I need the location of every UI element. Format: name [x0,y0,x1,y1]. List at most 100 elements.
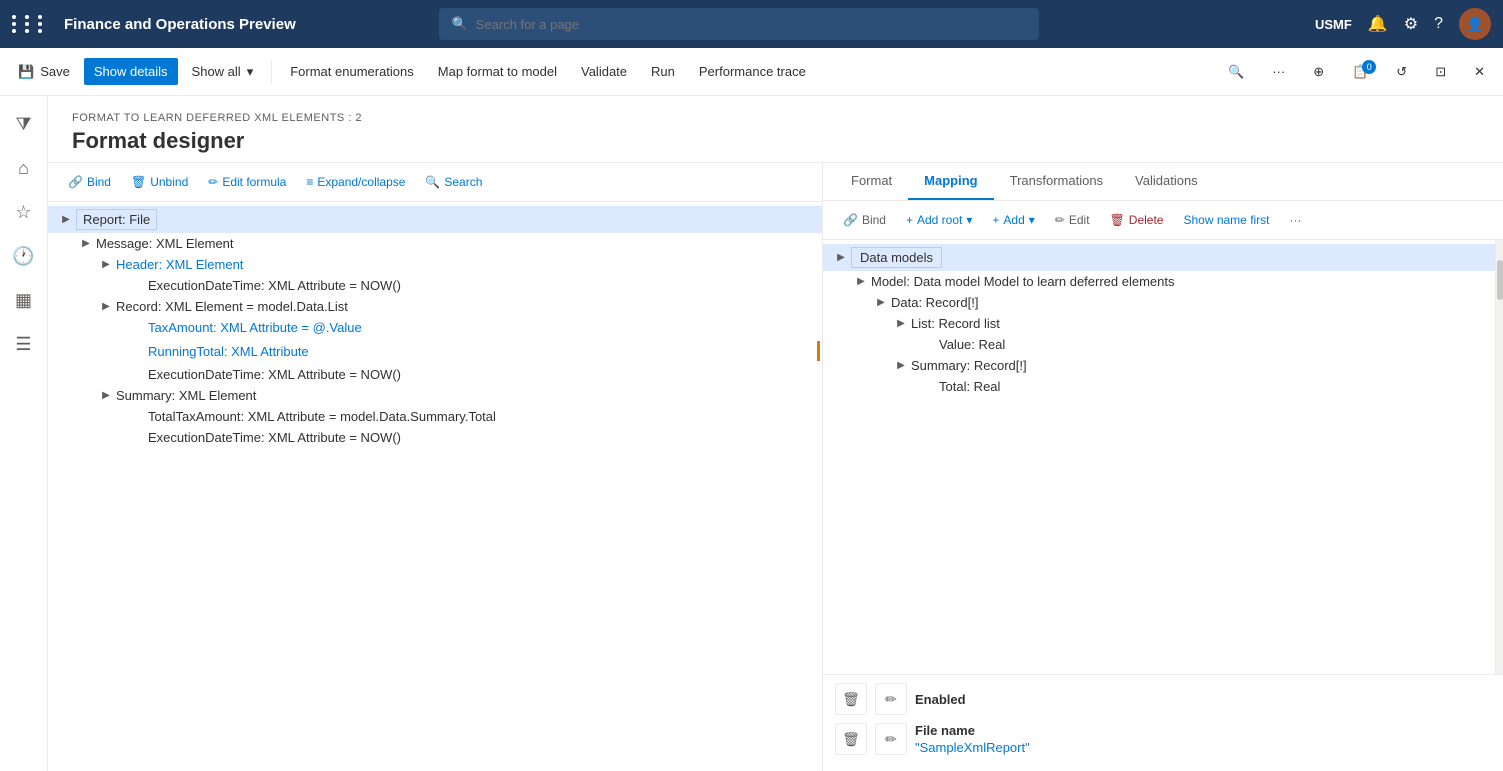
map-item-data[interactable]: ▶ Data: Record[!] [823,292,1495,313]
search-format-button[interactable]: 🔍 Search [417,171,490,193]
save-button[interactable]: 💾 Save [8,58,80,86]
bottom-row-filename: 🗑 ✏ File name "SampleXmlReport" [835,723,1491,755]
format-enumerations-button[interactable]: Format enumerations [280,58,424,85]
map-label: Total: Real [939,379,1000,394]
tree-item-header[interactable]: ▶ Header: XML Element [48,254,822,275]
sidebar-recent-icon[interactable]: 🕐 [4,236,44,276]
performance-trace-button[interactable]: Performance trace [689,58,816,85]
add-button[interactable]: + Add ▾ [984,209,1042,231]
mapping-bind-button[interactable]: 🔗 Bind [835,209,894,231]
edit-enabled-button[interactable]: ✏ [875,683,907,715]
chevron-down-icon: ▾ [1029,213,1035,227]
delete-enabled-button[interactable]: 🗑 [835,683,867,715]
sidebar-filter-icon[interactable]: ⧩ [4,104,44,144]
sidebar-home-icon[interactable]: ⌂ [4,148,44,188]
open-new-button[interactable]: ⊡ [1425,58,1456,86]
badge: 0 [1362,60,1376,74]
tree-item-report-file[interactable]: ▶ Report: File [48,206,822,233]
format-panel: 🔗 Bind 🗑 Unbind ✏ Edit formula ≡ Expand/… [48,163,823,771]
delete-filename-button[interactable]: 🗑 [835,723,867,755]
map-label: Value: Real [939,337,1005,352]
tab-validations[interactable]: Validations [1119,163,1214,200]
tree-label: RunningTotal: XML Attribute [148,344,309,359]
tree-item-message[interactable]: ▶ Message: XML Element [48,233,822,254]
breadcrumb: FORMAT TO LEARN DEFERRED XML ELEMENTS : … [72,112,1479,124]
toggle-icon: ▶ [96,301,116,312]
mapping-toolbar: 🔗 Bind + Add root ▾ + Add ▾ ✏ [823,201,1503,240]
tree-label: ExecutionDateTime: XML Attribute = NOW() [148,367,401,382]
global-search[interactable]: 🔍 [439,8,1039,40]
show-details-button[interactable]: Show details [84,58,178,85]
tab-mapping[interactable]: Mapping [908,163,993,200]
tree-item-record[interactable]: ▶ Record: XML Element = model.Data.List [48,296,822,317]
plus-icon: + [906,213,913,227]
app-grid-icon[interactable] [12,15,48,33]
enabled-label: Enabled [915,692,966,707]
tab-format[interactable]: Format [835,163,908,200]
tree-item-exec-dt-header[interactable]: ExecutionDateTime: XML Attribute = NOW() [48,275,822,296]
map-label: Data: Record[!] [891,295,978,310]
page-title: Format designer [72,128,1479,154]
sidebar-favorites-icon[interactable]: ☆ [4,192,44,232]
show-name-first-button[interactable]: Show name first [1175,209,1277,231]
sidebar-workspaces-icon[interactable]: ▦ [4,280,44,320]
mapping-content: ▶ Data models ▶ Model: Data model Model … [823,240,1503,674]
search-input[interactable] [476,17,1028,32]
tree-label: Report: File [76,209,157,230]
edit-mapping-button[interactable]: ✏ Edit [1047,209,1098,231]
settings-icon[interactable]: ⚙ [1404,14,1418,34]
map-item-total[interactable]: Total: Real [823,376,1495,397]
save-icon: 💾 [18,64,34,80]
map-item-summary[interactable]: ▶ Summary: Record[!] [823,355,1495,376]
run-button[interactable]: Run [641,58,685,85]
tree-label: Header: XML Element [116,257,243,272]
more-mapping-button[interactable]: ··· [1282,209,1310,231]
orange-bar [817,341,820,361]
user-label: USMF [1315,17,1352,32]
map-label: Data models [851,247,942,268]
mapping-scrollbar[interactable] [1495,240,1503,674]
view-button[interactable]: 📋 0 [1342,58,1378,86]
tree-label: Summary: XML Element [116,388,256,403]
bind-button[interactable]: 🔗 Bind [60,171,119,193]
avatar[interactable]: 👤 [1459,8,1491,40]
edit-formula-button[interactable]: ✏ Edit formula [200,171,294,193]
expand-collapse-button[interactable]: ≡ Expand/collapse [298,171,413,193]
delete-mapping-button[interactable]: 🗑 Delete [1102,209,1172,231]
refresh-button[interactable]: ↺ [1386,58,1417,86]
sidebar-modules-icon[interactable]: ☰ [4,324,44,364]
add-root-button[interactable]: + Add root ▾ [898,209,980,231]
tab-transformations[interactable]: Transformations [994,163,1119,200]
more-options-button[interactable]: ··· [1262,58,1295,85]
tree-item-totaltaxamount[interactable]: TotalTaxAmount: XML Attribute = model.Da… [48,406,822,427]
edit-filename-button[interactable]: ✏ [875,723,907,755]
notification-icon[interactable]: 🔔 [1368,14,1388,34]
show-all-button[interactable]: Show all ▾ [182,58,264,86]
map-item-value[interactable]: Value: Real [823,334,1495,355]
map-item-data-models[interactable]: ▶ Data models [823,244,1495,271]
tree-item-runningtotal[interactable]: RunningTotal: XML Attribute [48,338,822,364]
search-toolbar-button[interactable]: 🔍 [1218,58,1254,86]
link-icon: 🔗 [843,213,858,227]
mapping-tabs: Format Mapping Transformations Validatio… [823,163,1503,201]
map-item-list[interactable]: ▶ List: Record list [823,313,1495,334]
main-layout: ⧩ ⌂ ☆ 🕐 ▦ ☰ FORMAT TO LEARN DEFERRED XML… [0,96,1503,771]
tree-label: ExecutionDateTime: XML Attribute = NOW() [148,430,401,445]
map-item-model[interactable]: ▶ Model: Data model Model to learn defer… [823,271,1495,292]
tree-item-exec-dt-summary[interactable]: ExecutionDateTime: XML Attribute = NOW() [48,427,822,448]
validate-button[interactable]: Validate [571,58,637,85]
chevron-down-icon: ▾ [247,64,254,80]
tree-item-exec-dt-record[interactable]: ExecutionDateTime: XML Attribute = NOW() [48,364,822,385]
unbind-button[interactable]: 🗑 Unbind [123,171,196,193]
tree-label: ExecutionDateTime: XML Attribute = NOW() [148,278,401,293]
pin-button[interactable]: ⊕ [1303,58,1334,86]
tree-item-taxamount[interactable]: TaxAmount: XML Attribute = @.Value [48,317,822,338]
format-toolbar: 🔗 Bind 🗑 Unbind ✏ Edit formula ≡ Expand/… [48,163,822,202]
edit-icon: ✏ [1055,213,1065,227]
help-icon[interactable]: ? [1434,15,1443,33]
map-format-to-model-button[interactable]: Map format to model [428,58,567,85]
format-tree: ▶ Report: File ▶ Message: XML Element ▶ … [48,202,822,771]
tree-label: Message: XML Element [96,236,234,251]
close-button[interactable]: ✕ [1464,58,1495,86]
tree-item-summary[interactable]: ▶ Summary: XML Element [48,385,822,406]
